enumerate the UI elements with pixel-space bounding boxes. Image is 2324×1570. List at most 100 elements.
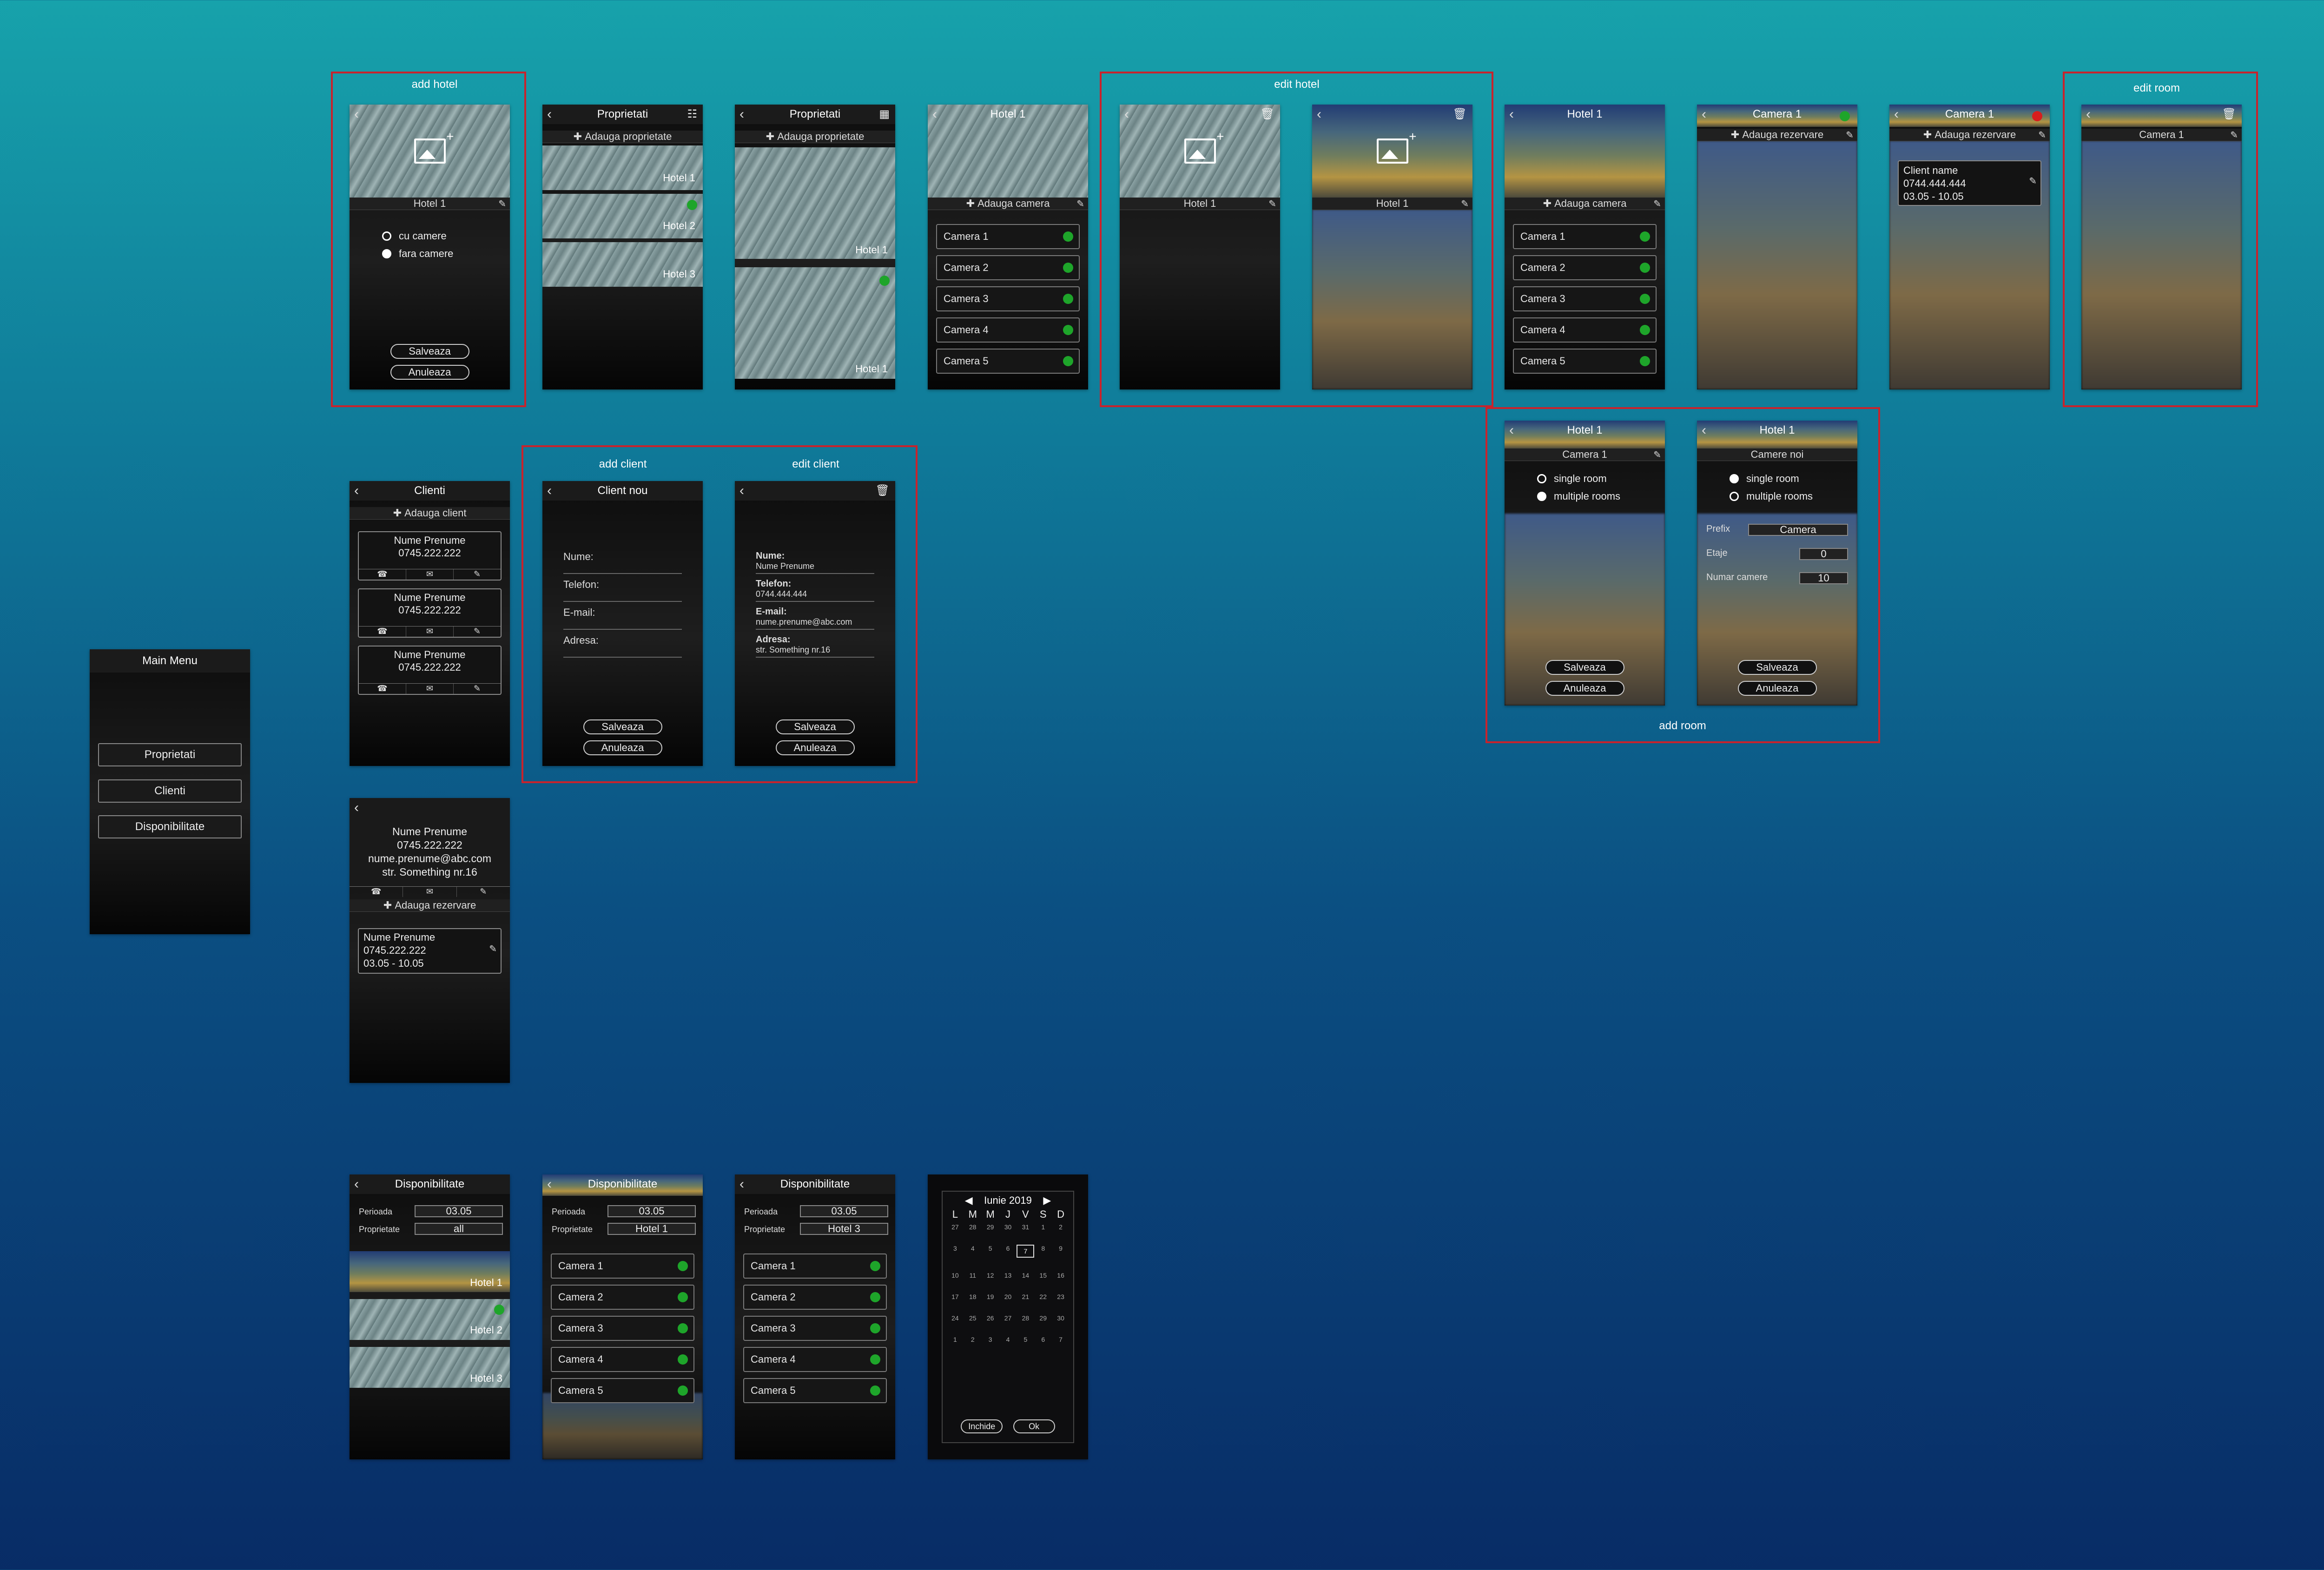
phone-field[interactable]: Telefon:	[563, 579, 682, 602]
calendar-day[interactable]: 5	[1017, 1336, 1034, 1343]
cancel-button[interactable]: Anuleaza	[1737, 681, 1817, 696]
phone-icon[interactable]: ☎	[359, 569, 406, 580]
numar-input[interactable]: 10	[1799, 572, 1848, 584]
room-row[interactable]: Camera 4	[936, 317, 1080, 343]
name-field[interactable]: Nume: Nume Prenume	[756, 551, 874, 574]
client-card[interactable]: Nume Prenume 0745.222.222 ☎ ✉ ✎	[358, 588, 502, 638]
calendar-day[interactable]: 30	[1052, 1314, 1070, 1322]
add-image-icon[interactable]	[1184, 129, 1224, 164]
cancel-button[interactable]: Anuleaza	[775, 740, 855, 755]
calendar-day[interactable]: 2	[1052, 1223, 1070, 1231]
calendar-day[interactable]: 2	[964, 1336, 982, 1343]
calendar-day[interactable]: 25	[964, 1314, 982, 1322]
room-row[interactable]: Camera 1	[1513, 224, 1657, 249]
calendar-day[interactable]: 28	[964, 1223, 982, 1231]
calendar-day[interactable]: 26	[982, 1314, 999, 1322]
room-row[interactable]: Camera 3	[743, 1316, 887, 1341]
edit-icon[interactable]: ✎	[1653, 198, 1661, 210]
back-icon[interactable]: ‹	[739, 1177, 744, 1191]
calendar-day[interactable]: 6	[1034, 1336, 1052, 1343]
room-row[interactable]: Camera 5	[743, 1378, 887, 1403]
back-icon[interactable]: ‹	[354, 484, 359, 498]
room-row[interactable]: Camera 5	[1513, 349, 1657, 374]
edit-icon[interactable]: ✎	[1461, 198, 1469, 210]
back-icon[interactable]: ‹	[1509, 423, 1514, 437]
next-month-icon[interactable]: ▶	[1043, 1194, 1051, 1206]
save-button[interactable]: Salveaza	[1545, 660, 1624, 675]
edit-icon[interactable]: ✎	[454, 627, 501, 637]
edit-icon[interactable]: ✎	[2038, 129, 2046, 141]
calendar-day[interactable]: 19	[982, 1293, 999, 1300]
radio-fara-camere[interactable]: fara camere	[382, 248, 453, 260]
calendar-day[interactable]: 30	[999, 1223, 1017, 1231]
back-icon[interactable]: ‹	[2086, 107, 2091, 121]
radio-multiple-rooms[interactable]: multiple rooms	[1730, 490, 1813, 502]
calendar-day[interactable]: 31	[1017, 1223, 1034, 1231]
calendar-day[interactable]: 14	[1017, 1272, 1034, 1279]
calendar-day[interactable]: 6	[999, 1245, 1017, 1258]
proprietate-select[interactable]: Hotel 1	[607, 1223, 696, 1235]
trash-icon[interactable]: 🗑	[1261, 108, 1274, 120]
edit-icon[interactable]: ✎	[489, 943, 497, 955]
add-property-button[interactable]: ✚ Adauga proprietate	[735, 131, 895, 143]
mail-icon[interactable]: ✉	[406, 627, 454, 637]
mail-icon[interactable]: ✉	[406, 569, 454, 580]
calendar-day[interactable]: 15	[1034, 1272, 1052, 1279]
edit-icon[interactable]: ✎	[1653, 449, 1661, 461]
calendar-day[interactable]: 12	[982, 1272, 999, 1279]
calendar-day[interactable]: 29	[1034, 1314, 1052, 1322]
calendar-day[interactable]: 4	[964, 1245, 982, 1258]
add-client-button[interactable]: ✚ Adauga client	[350, 507, 510, 520]
calendar-day[interactable]: 4	[999, 1336, 1017, 1343]
back-icon[interactable]: ‹	[739, 107, 744, 121]
room-row[interactable]: Camera 1	[743, 1253, 887, 1279]
radio-single-room[interactable]: single room	[1730, 473, 1799, 485]
calendar-day[interactable]: 10	[946, 1272, 964, 1279]
save-button[interactable]: Salveaza	[390, 344, 469, 359]
room-row[interactable]: Camera 3	[1513, 286, 1657, 311]
back-icon[interactable]: ‹	[1702, 423, 1706, 437]
save-button[interactable]: Salveaza	[775, 719, 855, 734]
back-icon[interactable]: ‹	[739, 484, 744, 498]
calendar-day[interactable]: 1	[946, 1336, 964, 1343]
phone-field[interactable]: Telefon: 0744.444.444	[756, 579, 874, 602]
etaje-input[interactable]: 0	[1799, 548, 1848, 560]
back-icon[interactable]: ‹	[1509, 107, 1514, 121]
room-row[interactable]: Camera 2	[551, 1285, 694, 1310]
phone-icon[interactable]: ☎	[359, 684, 406, 694]
calendar-day[interactable]: 7	[1017, 1245, 1035, 1258]
trash-icon[interactable]: 🗑	[876, 485, 890, 497]
name-field[interactable]: Nume:	[563, 551, 682, 574]
cancel-button[interactable]: Anuleaza	[583, 740, 662, 755]
add-booking-button[interactable]: ✚ Adauga rezervare ✎	[1697, 129, 1857, 141]
back-icon[interactable]: ‹	[1702, 107, 1706, 121]
calendar-day[interactable]: 8	[1034, 1245, 1052, 1258]
hotel-card[interactable]	[735, 147, 895, 259]
client-card[interactable]: Nume Prenume 0745.222.222 ☎ ✉ ✎	[358, 646, 502, 695]
edit-icon[interactable]: ✎	[1846, 129, 1854, 141]
back-icon[interactable]: ‹	[1124, 107, 1129, 121]
menu-disponibilitate-button[interactable]: Disponibilitate	[98, 815, 242, 838]
calendar-day[interactable]: 3	[982, 1336, 999, 1343]
close-button[interactable]: Inchide	[961, 1419, 1003, 1433]
calendar-day[interactable]: 7	[1052, 1336, 1070, 1343]
calendar-day[interactable]: 22	[1034, 1293, 1052, 1300]
calendar-day[interactable]: 23	[1052, 1293, 1070, 1300]
calendar-day[interactable]: 18	[964, 1293, 982, 1300]
add-property-button[interactable]: ✚ Adauga proprietate	[542, 131, 703, 143]
booking-card[interactable]: Client name 0744.444.444 03.05 - 10.05 ✎	[1898, 160, 2041, 206]
add-image-icon[interactable]	[1376, 129, 1417, 164]
back-icon[interactable]: ‹	[354, 801, 359, 815]
radio-cu-camere[interactable]: cu camere	[382, 230, 447, 242]
prefix-input[interactable]: Camera	[1748, 524, 1848, 536]
mail-icon[interactable]: ✉	[403, 887, 457, 897]
address-field[interactable]: Adresa:	[563, 634, 682, 658]
calendar-day[interactable]: 11	[964, 1272, 982, 1279]
cancel-button[interactable]: Anuleaza	[390, 365, 469, 380]
email-field[interactable]: E-mail:	[563, 607, 682, 630]
edit-icon[interactable]: ✎	[454, 684, 501, 694]
email-field[interactable]: E-mail: nume.prenume@abc.com	[756, 607, 874, 630]
add-booking-button[interactable]: ✚ Adauga rezervare ✎	[1889, 129, 2050, 141]
back-icon[interactable]: ‹	[547, 484, 552, 498]
add-room-button[interactable]: ✚ Adauga camera ✎	[928, 198, 1088, 210]
